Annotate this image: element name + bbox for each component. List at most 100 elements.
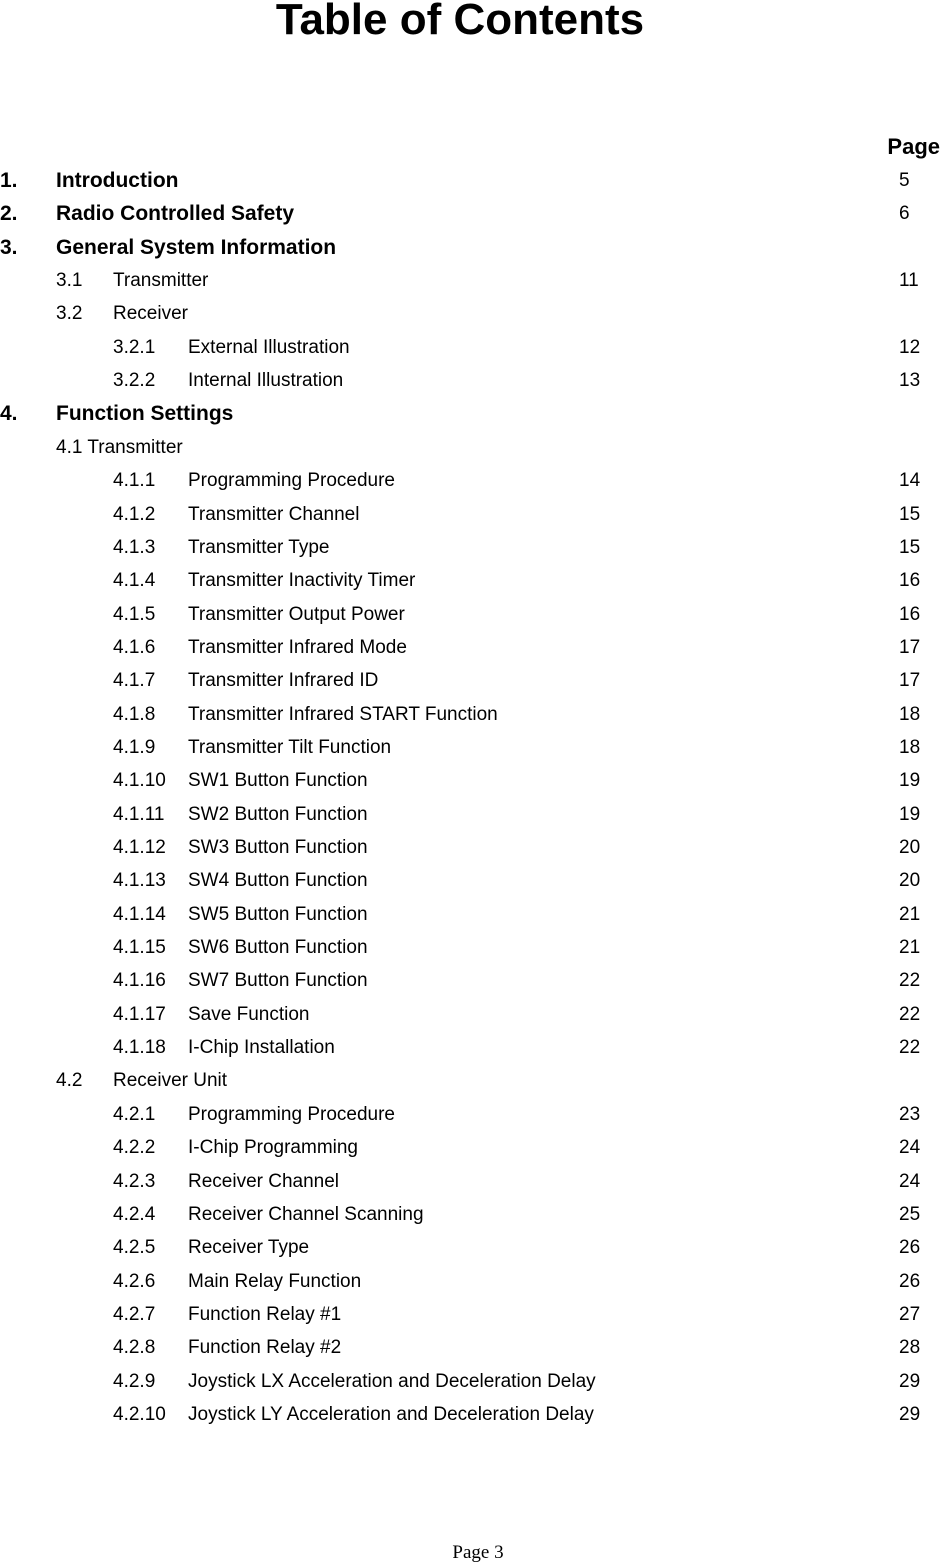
toc-entry[interactable]: 4.1.14 SW5 Button Function 21: [0, 900, 940, 930]
toc-entry-page: 5: [899, 170, 910, 191]
toc-entry[interactable]: 4.1.16 SW7 Button Function 22: [0, 966, 940, 996]
toc-entry[interactable]: 4.2.1 Programming Procedure 23: [0, 1100, 940, 1130]
toc-entry-page: 29: [899, 1403, 921, 1425]
toc-entry-number: 4.1.5: [113, 603, 156, 625]
toc-entry[interactable]: 4.1.7 Transmitter Infrared ID 17: [0, 666, 940, 696]
toc-entry[interactable]: 4.1.18 I-Chip Installation 22: [0, 1033, 940, 1063]
toc-entry-page: 20: [899, 870, 921, 892]
toc-entry[interactable]: 4.2.4 Receiver Channel Scanning 25: [0, 1200, 940, 1230]
toc-entry-number: 4.1.18: [113, 1037, 166, 1059]
toc-entry[interactable]: 4.1.9 Transmitter Tilt Function 18: [0, 733, 940, 763]
toc-entry-number: 4.1.14: [113, 903, 166, 925]
toc-entry[interactable]: 3. General System Information: [0, 233, 940, 263]
toc-entry-number: 1.: [0, 169, 18, 192]
toc-entry-number: 4.1.12: [113, 837, 166, 858]
toc-entry[interactable]: 4.2.9 Joystick LX Acceleration and Decele…: [0, 1367, 940, 1397]
toc-entry-page: 28: [899, 1337, 921, 1359]
toc-entry[interactable]: 4.1.13 SW4 Button Function 20: [0, 866, 940, 896]
toc-entry-number: 3.: [0, 235, 18, 259]
toc-entry[interactable]: 4.2.3 Receiver Channel 24: [0, 1167, 940, 1197]
toc-entry[interactable]: 4.2.6 Main Relay Function 26: [0, 1267, 940, 1297]
toc-entry[interactable]: 4.1.3 Transmitter Type 15: [0, 533, 940, 563]
toc-entry[interactable]: 4.1.17 Save Function 22: [0, 1000, 940, 1030]
toc-entry-page: 15: [899, 503, 921, 525]
toc-entry[interactable]: 3.2 Receiver: [0, 299, 940, 329]
toc-entry-label: SW1 Button Function: [188, 770, 368, 792]
toc-entry[interactable]: 4.1.4 Transmitter Inactivity Timer 16: [0, 566, 940, 596]
toc-entry-label: SW7 Button Function: [188, 970, 368, 992]
toc-entry[interactable]: 3.2.1 External Illustration 12: [0, 333, 940, 363]
toc-entry-number: 2.: [0, 202, 18, 226]
toc-entry-page: 16: [899, 570, 921, 592]
toc-entry-page: 26: [899, 1270, 921, 1292]
toc-entry-label: Receiver Type: [188, 1237, 310, 1259]
toc-entry-label: I-Chip Installation: [188, 1037, 335, 1059]
toc-entry-page: 19: [899, 770, 921, 792]
toc-entry-label: Receiver Channel: [188, 1170, 340, 1192]
toc-entry[interactable]: 3.1 Transmitter 11: [0, 266, 940, 296]
toc-entry-number: 4.2.5: [113, 1237, 156, 1259]
toc-entry[interactable]: 2. Radio Controlled Safety 6: [0, 199, 940, 229]
toc-entry[interactable]: 4.1.1 Programming Procedure 14: [0, 466, 940, 496]
toc-entry-number: 4.1.7: [113, 670, 156, 692]
toc-entry-page: 22: [899, 1037, 921, 1059]
toc-entry[interactable]: 4.2.8 Function Relay #2 28: [0, 1333, 940, 1363]
toc-entry-page: 29: [899, 1370, 921, 1392]
toc-entry[interactable]: 4.2 Receiver Unit: [0, 1066, 940, 1096]
toc-entry-label: Function Relay #2: [188, 1337, 342, 1359]
toc-entry[interactable]: 4.2.10 Joystick LY Acceleration and Decel…: [0, 1400, 940, 1430]
toc-entry-label: General System Information: [56, 235, 337, 259]
toc-entry-page: 22: [899, 970, 921, 992]
toc-entry[interactable]: 4.1 Transmitter: [0, 433, 940, 463]
toc-entry-label: Transmitter: [113, 270, 209, 292]
toc-entry[interactable]: 4.2.7 Function Relay #1 27: [0, 1300, 940, 1330]
toc-entry-number: 4.1.13: [113, 870, 166, 892]
toc-entry[interactable]: 4.1.6 Transmitter Infrared Mode 17: [0, 633, 940, 663]
toc-entry-label: Introduction: [56, 169, 179, 192]
toc-entry-page: 25: [899, 1203, 921, 1225]
toc-entry-page: 18: [899, 703, 921, 725]
toc-entry[interactable]: 4.1.10 SW1 Button Function 19: [0, 766, 940, 796]
page-title: Table of Contents: [275, 0, 645, 44]
toc-entry[interactable]: 1. Introduction 5: [0, 166, 940, 196]
toc-entry-label: SW3 Button Function: [188, 837, 368, 858]
toc-entry-number: 4.2.10: [113, 1403, 166, 1425]
toc-entry-page: 20: [899, 837, 921, 858]
toc-entry-page: 11: [899, 270, 919, 292]
toc-entry[interactable]: 4.1.11 SW2 Button Function 19: [0, 800, 940, 830]
toc-entry-page: 21: [899, 903, 921, 925]
toc-entry-label: Transmitter Output Power: [188, 603, 405, 625]
toc-entry-number: 4.1.3: [113, 536, 156, 558]
toc-entry-label: Receiver Unit: [113, 1070, 228, 1092]
toc-entry-label: Save Function: [188, 1003, 310, 1025]
toc-entry[interactable]: 4.1.12 SW3 Button Function 20: [0, 833, 940, 863]
toc-entry-label: Transmitter Infrared ID: [188, 670, 379, 692]
toc-entry[interactable]: 4.2.2 I-Chip Programming 24: [0, 1133, 940, 1163]
toc-entry-number: 4.1.11: [113, 803, 165, 825]
toc-entry-number: 4.1.17: [113, 1003, 166, 1025]
page-column-header: Page: [887, 134, 940, 159]
toc-entry-number: 3.2.2: [113, 370, 156, 392]
toc-entry[interactable]: 3.2.2 Internal Illustration 13: [0, 366, 940, 396]
toc-entry-number: 4.2.7: [113, 1303, 156, 1325]
toc-entry[interactable]: 4.1.15 SW6 Button Function 21: [0, 933, 940, 963]
toc-entry-number: 4.2.3: [113, 1170, 156, 1192]
toc-entry-number: 4.2.9: [113, 1370, 156, 1392]
toc-entry-label: SW5 Button Function: [188, 903, 368, 925]
toc-entry-page: 13: [899, 370, 921, 392]
toc-entry-number: 4.1 Transmitter: [56, 436, 183, 458]
toc-entry-label: I-Chip Programming: [188, 1137, 358, 1159]
toc-entry-page: 27: [899, 1303, 921, 1325]
toc-entry[interactable]: 4.1.2 Transmitter Channel 15: [0, 500, 940, 530]
toc-entry-label: Transmitter Infrared Mode: [188, 636, 407, 658]
toc-entry-page: 15: [899, 536, 921, 558]
toc-entry[interactable]: 4.1.5 Transmitter Output Power 16: [0, 600, 940, 630]
toc-entry-page: 14: [899, 470, 921, 492]
toc-entry[interactable]: 4.1.8 Transmitter Infrared START Function…: [0, 700, 940, 730]
toc-entry-label: Joystick LY Acceleration and Deceleratio…: [188, 1403, 594, 1425]
toc-entry[interactable]: 4.2.5 Receiver Type 26: [0, 1233, 940, 1263]
toc-entry-page: 19: [899, 803, 921, 825]
toc-entry-number: 4.1.9: [113, 736, 156, 758]
toc-entry-number: 4.1.15: [113, 937, 166, 959]
toc-entry[interactable]: 4. Function Settings: [0, 399, 940, 429]
